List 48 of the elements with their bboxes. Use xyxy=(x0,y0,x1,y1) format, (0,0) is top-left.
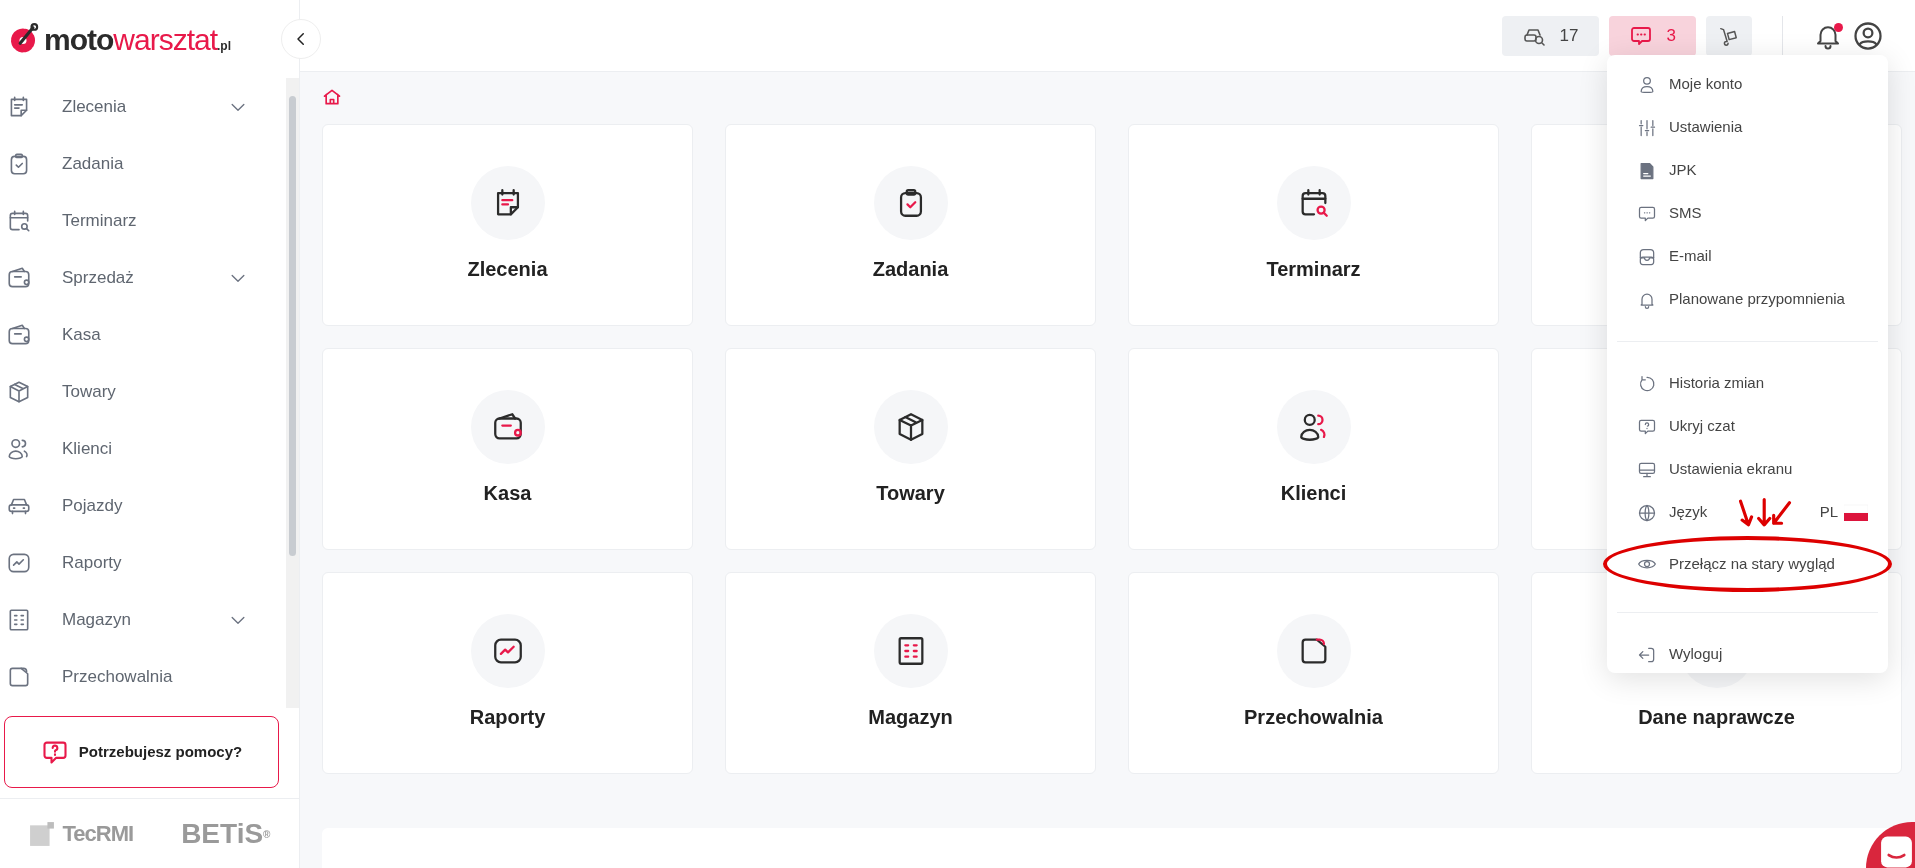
sidebar-item[interactable]: Zlecenia xyxy=(0,78,286,135)
tile-card[interactable]: Zadania xyxy=(725,124,1096,326)
menu-item[interactable]: SMS xyxy=(1617,192,1878,235)
sidebar-item[interactable]: Zadania xyxy=(0,135,286,192)
menu-item[interactable]: Przełącz na stary wygląd xyxy=(1603,536,1892,592)
sidebar-item[interactable]: Klienci xyxy=(0,420,286,477)
menu-item[interactable]: Historia zmian xyxy=(1617,362,1878,405)
inbox-icon xyxy=(1637,246,1657,267)
tile-card[interactable]: Klienci xyxy=(1128,348,1499,550)
sidebar-item[interactable]: Magazyn xyxy=(0,591,286,648)
sidebar-item[interactable]: Towary xyxy=(0,363,286,420)
tile-card[interactable]: Kasa xyxy=(322,348,693,550)
menu-item[interactable]: JPK xyxy=(1617,149,1878,192)
trolley-button[interactable] xyxy=(1706,15,1752,56)
menu-item[interactable]: Ukryj czat xyxy=(1617,405,1878,448)
help-button[interactable]: Potrzebujesz pomocy? xyxy=(4,716,279,788)
menu-item[interactable]: Planowane przypomnienia xyxy=(1617,278,1878,321)
tile-card[interactable]: Raporty xyxy=(322,572,693,774)
counter-button[interactable]: 17 xyxy=(1501,15,1599,56)
user-avatar-icon[interactable] xyxy=(1853,20,1883,51)
sidebar-item[interactable]: Kasa xyxy=(0,306,286,363)
sidebar-item[interactable]: Sprzedaż xyxy=(0,249,286,306)
language-value: PL xyxy=(1819,502,1838,523)
scrollbar[interactable] xyxy=(286,78,299,708)
tile-card[interactable]: Magazyn xyxy=(725,572,1096,774)
menu-item[interactable]: Wyloguj xyxy=(1617,633,1878,676)
sidebar-item[interactable]: Pojazdy xyxy=(0,477,286,534)
sidebar-item[interactable]: Przechowalnia xyxy=(0,648,286,705)
globe-icon xyxy=(1637,502,1657,523)
menu-item[interactable]: Moje konto xyxy=(1617,63,1878,106)
sidebar-item[interactable]: Raporty xyxy=(0,534,286,591)
tile-card[interactable]: Przechowalnia xyxy=(1128,572,1499,774)
menu-item[interactable]: Język PL xyxy=(1617,491,1878,534)
history-icon xyxy=(1637,373,1657,394)
partner-logo-text: TecRMI xyxy=(62,820,134,848)
tile-card[interactable]: Towary xyxy=(725,348,1096,550)
menu-item[interactable]: Ustawienia ekranu xyxy=(1617,448,1878,491)
tile-card[interactable]: Terminarz xyxy=(1128,124,1499,326)
menu-item[interactable]: Ustawienia xyxy=(1617,106,1878,149)
square-logo-icon xyxy=(28,820,55,847)
sidebar-item[interactable]: Terminarz xyxy=(0,192,286,249)
annotation-arrows-drawing xyxy=(1737,497,1794,528)
logo-text: motowarsztat.pl xyxy=(44,21,232,58)
menu-item[interactable]: E-mail xyxy=(1617,235,1878,278)
tile-card[interactable]: Zlecenia xyxy=(322,124,693,326)
sliders-icon xyxy=(1637,117,1657,138)
partner-logo-text: BETiS$^{®}$ xyxy=(181,816,271,851)
collapse-sidebar-button[interactable] xyxy=(281,19,321,59)
